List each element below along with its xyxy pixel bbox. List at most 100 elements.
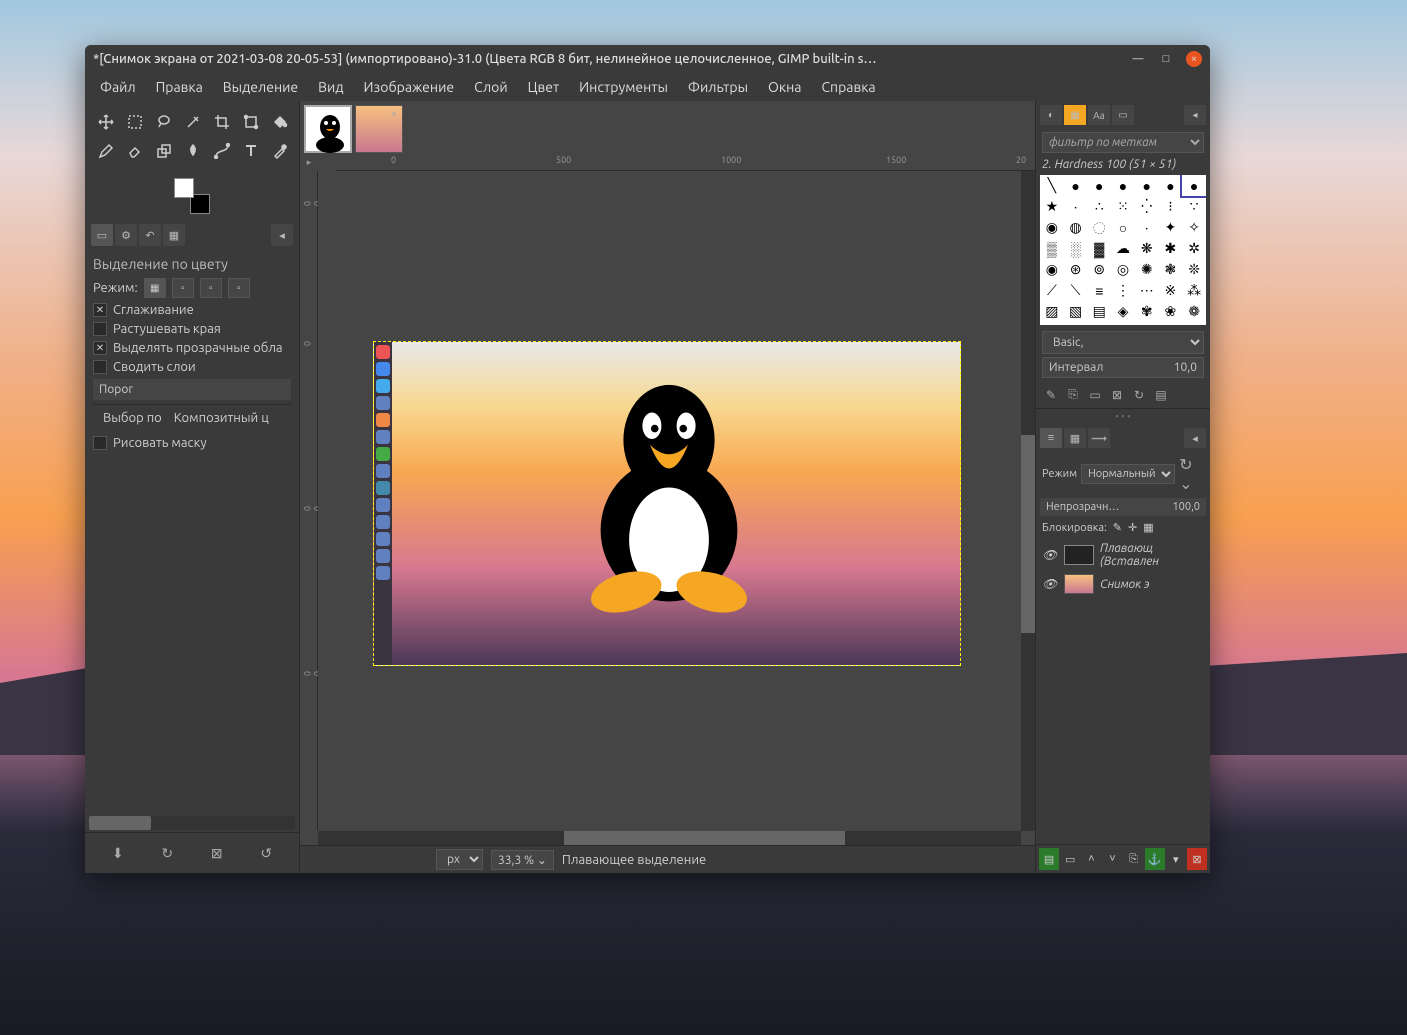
select-by-dropdown[interactable]: Выбор по bbox=[99, 409, 166, 427]
merge-layer-button[interactable]: ▾ bbox=[1166, 848, 1186, 870]
wand-tool[interactable] bbox=[180, 109, 206, 135]
color-swatch[interactable] bbox=[174, 178, 210, 214]
mode-replace-button[interactable]: ▦ bbox=[144, 278, 166, 298]
ruler-corner[interactable]: ▸ bbox=[300, 153, 318, 171]
channels-tab[interactable]: ▦ bbox=[1064, 428, 1086, 448]
vertical-ruler[interactable]: 500 0 500 1000 bbox=[300, 171, 318, 831]
bucket-tool[interactable] bbox=[267, 109, 293, 135]
close-button[interactable]: × bbox=[1186, 51, 1202, 67]
menu-color[interactable]: Цвет bbox=[519, 76, 569, 98]
visibility-icon[interactable]: 👁 bbox=[1042, 548, 1058, 562]
layer-group-button[interactable]: ▭ bbox=[1060, 848, 1080, 870]
new-layer-button[interactable]: ▤ bbox=[1039, 848, 1059, 870]
image-content[interactable] bbox=[373, 341, 961, 666]
reset-options-button[interactable]: ↺ bbox=[254, 841, 278, 865]
drawmask-checkbox[interactable] bbox=[93, 436, 107, 450]
crop-tool[interactable] bbox=[209, 109, 235, 135]
transform-tool[interactable] bbox=[238, 109, 264, 135]
tool-options-tab[interactable]: ▭ bbox=[91, 224, 113, 246]
threshold-slider[interactable]: Порог bbox=[93, 379, 291, 400]
maximize-button[interactable]: □ bbox=[1158, 51, 1174, 67]
visibility-icon[interactable]: 👁 bbox=[1042, 577, 1058, 591]
foreground-color[interactable] bbox=[174, 178, 194, 198]
device-tab[interactable]: ⚙ bbox=[115, 224, 137, 246]
tag-filter-input[interactable]: фильтр по меткам bbox=[1042, 132, 1204, 153]
mode-add-button[interactable]: ▫ bbox=[172, 278, 194, 298]
layer-item-floating[interactable]: 👁 Плавающ(Вставлен bbox=[1040, 539, 1206, 571]
edit-brush-icon[interactable]: ✎ bbox=[1042, 386, 1060, 404]
menu-image[interactable]: Изображение bbox=[355, 76, 464, 98]
opacity-slider[interactable]: Непрозрачн… 100,0 bbox=[1040, 498, 1206, 516]
canvas-h-scrollbar[interactable] bbox=[318, 831, 1021, 845]
eraser-tool[interactable] bbox=[122, 138, 148, 164]
lock-move-icon[interactable]: ✛ bbox=[1128, 521, 1137, 534]
mode-subtract-button[interactable]: ▫ bbox=[200, 278, 222, 298]
image-tab-2[interactable]: ✕ bbox=[355, 105, 403, 153]
unit-select[interactable]: px bbox=[436, 849, 483, 870]
lasso-tool[interactable] bbox=[151, 109, 177, 135]
layers-tab[interactable]: ≡ bbox=[1040, 428, 1062, 448]
undo-tab[interactable]: ↶ bbox=[139, 224, 161, 246]
transparent-checkbox[interactable] bbox=[93, 341, 107, 355]
history-tab[interactable]: ▭ bbox=[1112, 105, 1134, 125]
pencil-tool[interactable] bbox=[93, 138, 119, 164]
new-brush-icon[interactable]: ⎘ bbox=[1064, 386, 1082, 404]
dock-menu-icon[interactable]: ◂ bbox=[271, 224, 293, 246]
paths-tab[interactable]: ⟿ bbox=[1088, 428, 1110, 448]
picker-tool[interactable] bbox=[267, 138, 293, 164]
fonts-tab[interactable]: Aa bbox=[1088, 105, 1110, 125]
layers-menu-icon[interactable]: ◂ bbox=[1184, 428, 1206, 448]
delete-options-button[interactable]: ⊠ bbox=[205, 841, 229, 865]
image-tab-1[interactable] bbox=[304, 105, 352, 153]
delete-brush-icon[interactable]: ⊠ bbox=[1108, 386, 1126, 404]
canvas[interactable] bbox=[318, 171, 1021, 831]
menu-windows[interactable]: Окна bbox=[759, 76, 810, 98]
left-scrollbar[interactable] bbox=[89, 816, 295, 830]
menu-view[interactable]: Вид bbox=[309, 76, 352, 98]
brush-grid[interactable]: ╲●●●●●● ★·∴⁙⁛⁝∵ ◉◍◌○·✦✧ ▒░▓☁❋✱✲ ◉⊛⊚◎✺❃❊ … bbox=[1040, 175, 1206, 325]
lower-layer-button[interactable]: ˅ bbox=[1102, 848, 1122, 870]
restore-options-button[interactable]: ↻ bbox=[155, 841, 179, 865]
composite-dropdown[interactable]: Композитный ц bbox=[170, 409, 273, 427]
antialias-checkbox[interactable] bbox=[93, 303, 107, 317]
menu-edit[interactable]: Правка bbox=[147, 76, 212, 98]
lock-alpha-icon[interactable]: ▦ bbox=[1143, 521, 1153, 534]
mode-reset-icon[interactable]: ↻ ⌄ bbox=[1179, 455, 1204, 493]
path-tool[interactable] bbox=[209, 138, 235, 164]
rect-select-tool[interactable] bbox=[122, 109, 148, 135]
flatten-checkbox[interactable] bbox=[93, 360, 107, 374]
raise-layer-button[interactable]: ˄ bbox=[1081, 848, 1101, 870]
anchor-layer-button[interactable]: ⚓ bbox=[1145, 848, 1165, 870]
menu-help[interactable]: Справка bbox=[812, 76, 884, 98]
menu-filters[interactable]: Фильтры bbox=[679, 76, 757, 98]
dock-separator[interactable]: • • • bbox=[1036, 409, 1210, 424]
clone-tool[interactable] bbox=[151, 138, 177, 164]
delete-layer-button[interactable]: ⊠ bbox=[1187, 848, 1207, 870]
move-tool[interactable] bbox=[93, 109, 119, 135]
text-tool[interactable] bbox=[238, 138, 264, 164]
dup-layer-button[interactable]: ⎘ bbox=[1124, 848, 1144, 870]
right-dock-menu-icon[interactable]: ◂ bbox=[1184, 105, 1206, 125]
dup-brush-icon[interactable]: ▭ bbox=[1086, 386, 1104, 404]
refresh-brush-icon[interactable]: ↻ bbox=[1130, 386, 1148, 404]
brush-preset-select[interactable]: Basic, bbox=[1042, 331, 1204, 354]
horizontal-ruler[interactable]: 0 500 1000 1500 20 bbox=[336, 153, 1035, 171]
menu-file[interactable]: Файл bbox=[91, 76, 145, 98]
menu-select[interactable]: Выделение bbox=[214, 76, 307, 98]
close-tab-icon[interactable]: ✕ bbox=[388, 108, 400, 120]
layer-mode-select[interactable]: Нормальный bbox=[1081, 464, 1175, 484]
canvas-v-scrollbar[interactable] bbox=[1021, 171, 1035, 831]
menu-tools[interactable]: Инструменты bbox=[570, 76, 677, 98]
menu-layer[interactable]: Слой bbox=[465, 76, 517, 98]
open-brush-icon[interactable]: ▤ bbox=[1152, 386, 1170, 404]
patterns-tab[interactable]: ▦ bbox=[1064, 105, 1086, 125]
zoom-input[interactable]: 33,3 % ⌄ bbox=[491, 850, 554, 870]
brushes-tab[interactable]: ◐ bbox=[1040, 105, 1062, 125]
feather-checkbox[interactable] bbox=[93, 322, 107, 336]
image-tab[interactable]: ▦ bbox=[163, 224, 185, 246]
save-options-button[interactable]: ⬇ bbox=[106, 841, 130, 865]
lock-paint-icon[interactable]: ✎ bbox=[1113, 521, 1122, 534]
interval-field[interactable]: Интервал10,0 bbox=[1042, 357, 1204, 378]
minimize-button[interactable]: — bbox=[1130, 51, 1146, 67]
mode-intersect-button[interactable]: ▫ bbox=[228, 278, 250, 298]
